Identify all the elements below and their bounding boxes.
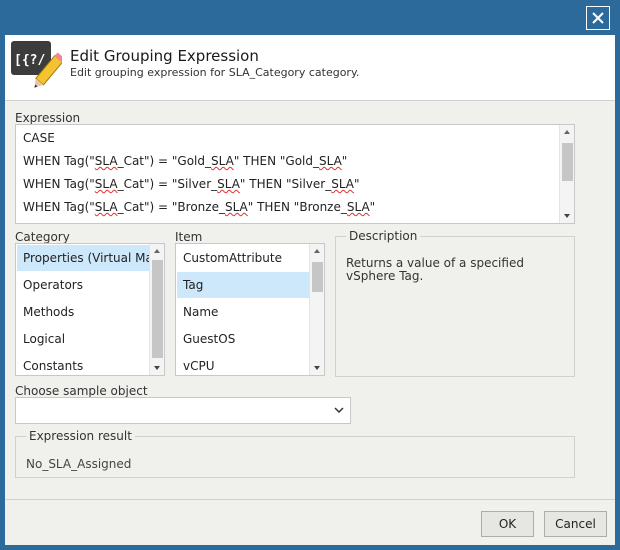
category-label: Category <box>15 230 70 244</box>
category-scrollbar[interactable] <box>149 244 164 375</box>
close-button[interactable] <box>586 6 610 30</box>
item-scrollbar[interactable] <box>309 244 324 375</box>
description-label: Description <box>346 229 421 243</box>
item-entry[interactable]: Name <box>177 299 309 325</box>
expression-line: WHEN Tag("SLA_Cat") = "Gold_SLA" THEN "G… <box>23 154 348 168</box>
item-list[interactable]: CustomAttribute Tag Name GuestOS vCPU <box>175 243 325 376</box>
category-list[interactable]: Properties (Virtual Machine) Operators M… <box>15 243 165 376</box>
scroll-down-arrow-icon[interactable] <box>150 361 164 375</box>
close-icon <box>592 12 604 24</box>
expression-line: WHEN Tag("SLA_Cat") = "Silver_SLA" THEN … <box>23 177 360 191</box>
item-entry[interactable]: Tag <box>177 272 309 298</box>
expression-editor[interactable]: CASE WHEN Tag("SLA_Cat") = "Gold_SLA" TH… <box>15 124 575 224</box>
category-item[interactable]: Operators <box>17 272 149 298</box>
item-entry[interactable]: GuestOS <box>177 326 309 352</box>
icon-text: [{?/ <box>14 53 45 68</box>
expression-scrollbar[interactable] <box>559 125 574 223</box>
scrollbar-thumb[interactable] <box>562 143 573 181</box>
category-item[interactable]: Properties (Virtual Machine) <box>17 245 149 271</box>
item-label: Item <box>175 230 203 244</box>
expression-result-value: No_SLA_Assigned <box>26 457 132 471</box>
dialog-header: [{?/ Edit Grouping Expression Edit group… <box>5 35 615 101</box>
scroll-up-arrow-icon[interactable] <box>310 244 324 258</box>
chevron-down-icon <box>334 407 344 414</box>
category-item[interactable]: Methods <box>17 299 149 325</box>
scroll-down-arrow-icon[interactable] <box>310 361 324 375</box>
scrollbar-thumb[interactable] <box>312 262 323 292</box>
description-text: Returns a value of a specified vSphere T… <box>346 256 524 283</box>
expression-label: Expression <box>15 111 81 125</box>
expression-edit-icon: [{?/ <box>11 41 62 88</box>
edit-grouping-expression-dialog: [{?/ Edit Grouping Expression Edit group… <box>5 35 615 545</box>
expression-line: WHEN Tag("SLA_Cat") = "Bronze_SLA" THEN … <box>23 200 376 214</box>
sample-object-dropdown[interactable] <box>15 397 351 424</box>
item-entry[interactable]: CustomAttribute <box>177 245 309 271</box>
sample-object-label: Choose sample object <box>15 384 148 398</box>
scroll-up-arrow-icon[interactable] <box>560 125 574 139</box>
cancel-button[interactable]: Cancel <box>544 511 607 537</box>
description-group: Description Returns a value of a specifi… <box>335 229 575 377</box>
scroll-down-arrow-icon[interactable] <box>560 209 574 223</box>
dropdown-button[interactable] <box>328 398 350 423</box>
scrollbar-thumb[interactable] <box>152 260 163 358</box>
item-entry[interactable]: vCPU <box>177 353 309 375</box>
expression-line: CASE <box>23 131 55 145</box>
scroll-up-arrow-icon[interactable] <box>150 244 164 258</box>
expression-result-group: Expression result No_SLA_Assigned <box>15 429 575 478</box>
dialog-footer: OK Cancel <box>5 499 615 545</box>
dialog-title: Edit Grouping Expression <box>70 47 259 65</box>
ok-button[interactable]: OK <box>481 511 534 537</box>
category-item[interactable]: Logical <box>17 326 149 352</box>
dialog-subtitle: Edit grouping expression for SLA_Categor… <box>70 66 360 79</box>
category-item[interactable]: Constants <box>17 353 149 375</box>
expression-result-label: Expression result <box>26 429 135 443</box>
